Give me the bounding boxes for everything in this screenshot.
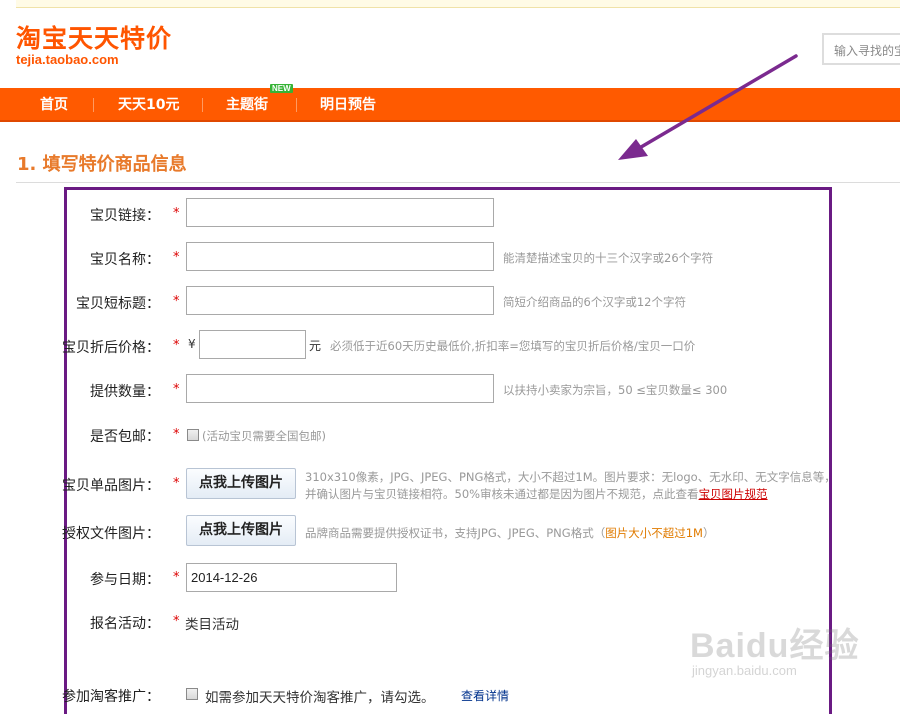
baidu-watermark: Baidu经验 jingyan.baidu.com [690, 618, 859, 678]
annotation-arrow-icon [618, 54, 798, 160]
watermark-main: Baidu经验 [690, 627, 860, 665]
